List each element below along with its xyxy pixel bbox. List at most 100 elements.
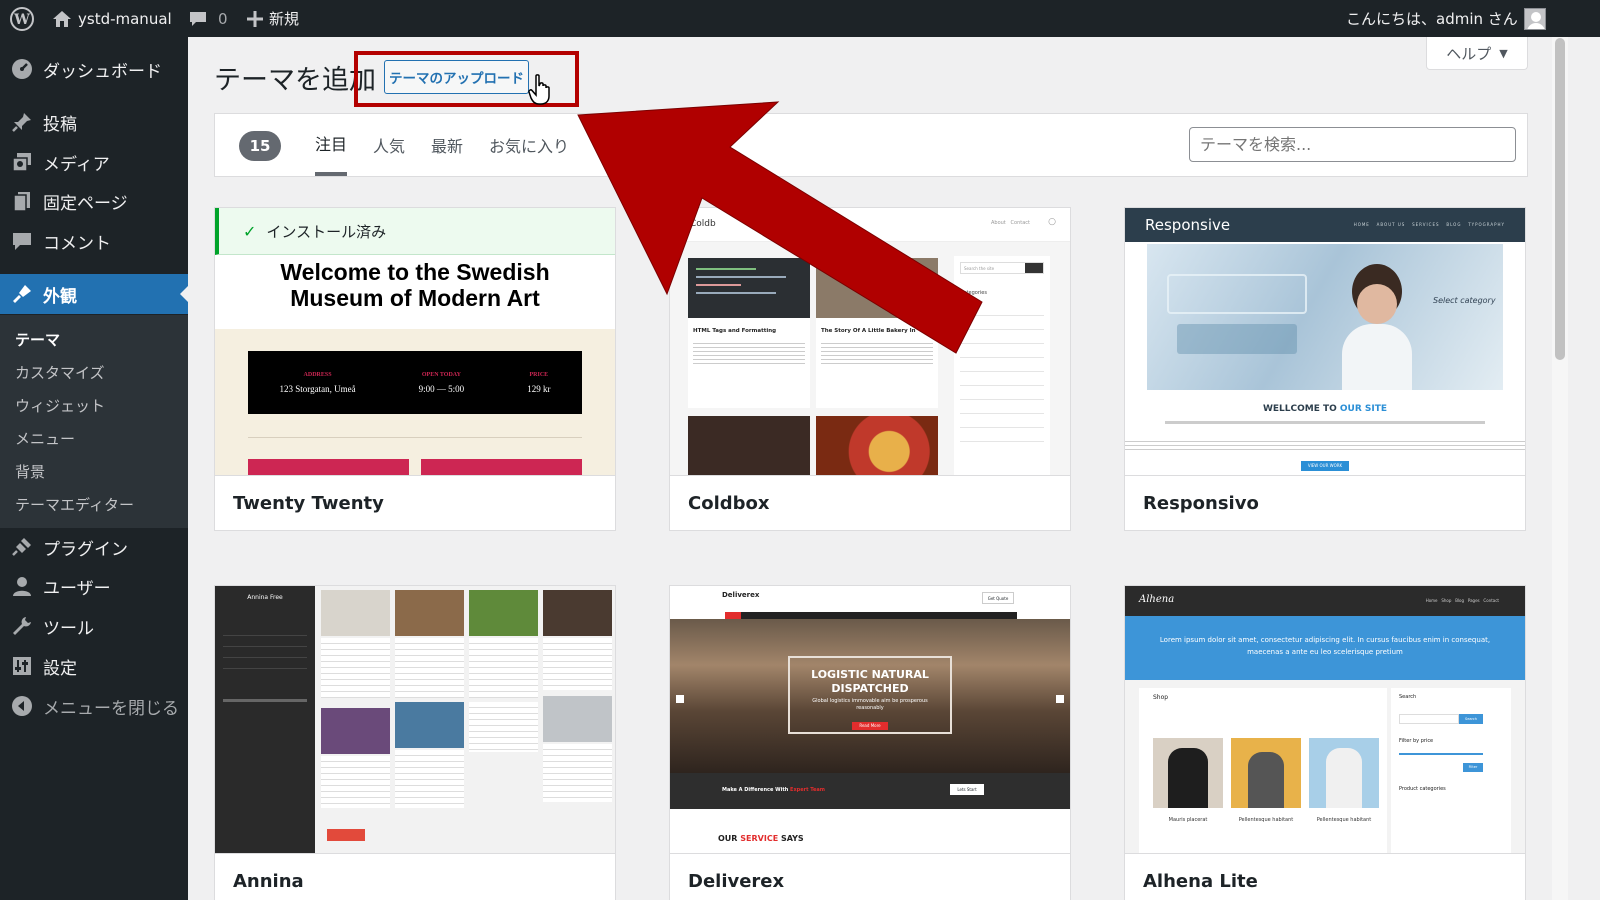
hand-pointer-icon	[528, 74, 554, 110]
comment-icon	[11, 230, 33, 252]
comments-link[interactable]: 0	[188, 0, 228, 37]
preview-band-button: Lets Start	[950, 784, 984, 795]
preview-heading: Welcome to the Swedish Museum of Modern …	[215, 255, 615, 329]
preview-hero-title: LOGISTIC NATURAL	[811, 668, 929, 681]
preview-search-title: Search	[1399, 694, 1417, 700]
sidebar-item-users[interactable]: ユーザー	[0, 566, 188, 606]
submenu-item-background[interactable]: 背景	[15, 461, 45, 482]
preview-sidebar: Annina Free	[215, 586, 315, 853]
theme-card-deliverex[interactable]: Deliverex Get Quote LOGISTIC NATURAL DIS…	[669, 585, 1071, 900]
theme-card-twenty-twenty[interactable]: ✓ インストール済み Welcome to the Swedish Museum…	[214, 207, 616, 531]
preview-nav: HOME ABOUT US SERVICES BLOG TYPOGRAPHY	[1353, 222, 1505, 227]
preview-info-item: OPEN TODAY 9:00 — 5:00	[419, 372, 465, 394]
sidebar-item-label: ダッシュボード	[43, 61, 162, 82]
my-account-link[interactable]: こんにちは、admin さん	[1346, 0, 1546, 37]
preview-product-name: Mauris placerat	[1168, 817, 1208, 823]
theme-name: Deliverex	[670, 853, 1070, 900]
preview-product-name: Pellentesque habitant	[1238, 817, 1294, 823]
plugin-icon	[11, 536, 33, 558]
preview-brand: Alhena	[1139, 594, 1175, 605]
tab-latest[interactable]: 最新	[431, 114, 463, 176]
sidebar-item-tools[interactable]: ツール	[0, 606, 188, 646]
plus-icon	[247, 10, 263, 27]
svg-text:W: W	[13, 12, 30, 28]
preview-thumb	[543, 590, 612, 636]
preview-sidebar-title: Categories	[960, 290, 987, 296]
site-name-link[interactable]: ystd-manual	[52, 0, 172, 37]
sidebar-item-pages[interactable]: 固定ページ	[0, 181, 188, 221]
preview-band: Make A Difference With Expert Team Lets …	[670, 773, 1070, 809]
help-tab[interactable]: ヘルプ ▼	[1426, 37, 1528, 70]
preview-header: Responsive HOME ABOUT US SERVICES BLOG T…	[1125, 208, 1525, 242]
preview-info-value: 123 Storgatan, Umeå	[279, 383, 356, 394]
preview-info-box: ADDRESS 123 Storgatan, Umeå OPEN TODAY 9:0…	[248, 351, 582, 414]
theme-card-responsivo[interactable]: Responsive HOME ABOUT US SERVICES BLOG T…	[1124, 207, 1526, 531]
page-scrollbar-thumb[interactable]	[1555, 38, 1565, 360]
wordpress-logo-icon[interactable]: W	[10, 0, 34, 37]
preview-post: The Story Of A Little Bakery In	[816, 318, 938, 408]
submenu-item-menus[interactable]: メニュー	[15, 428, 75, 449]
theme-card-alhena-lite[interactable]: Alhena Home Shop Blog Pages Contact Lore…	[1124, 585, 1526, 900]
greeting: こんにちは、admin さん	[1346, 10, 1518, 28]
preview-footer-title: OUR SERVICE SAYS	[718, 834, 804, 843]
preview-hero: LOGISTIC NATURAL DISPATCHED Global logis…	[670, 619, 1070, 773]
appearance-submenu: テーマ カスタマイズ ウィジェット メニュー 背景 テーマエディター	[0, 315, 188, 528]
preview-info-label: OPEN TODAY	[421, 371, 461, 378]
preview-shop-title: Shop	[1153, 694, 1169, 701]
theme-filter-bar: 15 注目 人気 最新 お気に入り	[214, 113, 1528, 177]
sidebar-item-posts[interactable]: 投稿	[0, 102, 188, 142]
tab-popular[interactable]: 人気	[373, 114, 405, 176]
sidebar-item-dashboard[interactable]: ダッシュボード	[0, 49, 188, 89]
home-icon	[53, 10, 71, 27]
sidebar-item-media[interactable]: メディア	[0, 142, 188, 182]
preview-brand: Deliverex	[722, 591, 760, 599]
pages-icon	[11, 190, 33, 212]
sidebar-item-label: ユーザー	[43, 578, 111, 599]
preview-header: Deliverex Get Quote	[670, 586, 1070, 612]
preview-info-value: 129 kr	[527, 383, 551, 394]
preview-heading-line: Welcome to the Swedish	[280, 259, 550, 285]
sidebar-item-plugins[interactable]: プラグイン	[0, 527, 188, 567]
new-content-link[interactable]: 新規	[247, 0, 299, 37]
preview-post: HTML Tags and Formatting	[688, 318, 810, 408]
preview-header: Coldb About Contact ○	[670, 208, 1070, 242]
theme-card-coldbox[interactable]: Coldb About Contact ○ HTML Tags and Form…	[669, 207, 1071, 531]
preview-info-item: PRICE 129 kr	[527, 372, 550, 394]
admin-sidebar: ダッシュボード 投稿 メディア 固定ページ コメント 外観 テーマ カスタマイズ…	[0, 37, 188, 900]
sidebar-item-label: 設定	[43, 658, 77, 679]
preview-sidebar: Search the site Categories	[954, 256, 1050, 475]
theme-name: Alhena Lite	[1125, 853, 1525, 900]
preview-hero-box: LOGISTIC NATURAL DISPATCHED Global logis…	[788, 656, 952, 734]
installed-notice: ✓ インストール済み	[215, 208, 615, 255]
tab-featured[interactable]: 注目	[315, 114, 348, 176]
sidebar-item-appearance[interactable]: 外観	[0, 274, 188, 314]
preview-info-label: ADDRESS	[303, 371, 332, 378]
preview-image-phone	[688, 416, 810, 475]
sidebar-item-comments[interactable]: コメント	[0, 221, 188, 261]
preview-filter-title: Filter by price	[1399, 738, 1434, 744]
settings-icon	[11, 655, 33, 677]
preview-heading-line: Museum of Modern Art	[290, 285, 540, 311]
preview-brand: Responsive	[1145, 216, 1231, 234]
theme-name: Coldbox	[670, 475, 1070, 530]
caret-down-icon: ▼	[1499, 46, 1508, 60]
theme-card-annina[interactable]: Annina Free Annina	[214, 585, 616, 900]
theme-name: Twenty Twenty	[215, 475, 615, 530]
preview-image-bakery	[816, 258, 938, 318]
submenu-item-widgets[interactable]: ウィジェット	[15, 395, 105, 416]
preview-post-title: The Story Of A Little Bakery In	[821, 328, 916, 334]
theme-screenshot: Deliverex Get Quote LOGISTIC NATURAL DIS…	[670, 586, 1070, 853]
sidebar-collapse-menu[interactable]: メニューを閉じる	[0, 686, 188, 726]
submenu-item-theme-editor[interactable]: テーマエディター	[15, 494, 134, 515]
media-icon	[11, 151, 33, 173]
submenu-item-customize[interactable]: カスタマイズ	[15, 362, 105, 383]
theme-search-input[interactable]	[1189, 127, 1516, 162]
sidebar-item-settings[interactable]: 設定	[0, 646, 188, 686]
tab-favorites[interactable]: お気に入り	[489, 114, 569, 176]
preview-info-item: ADDRESS 123 Storgatan, Umeå	[280, 372, 356, 394]
preview-hero-image: Select category	[1147, 244, 1503, 390]
preview-hero-title: DISPATCHED	[831, 682, 909, 695]
submenu-item-themes[interactable]: テーマ	[15, 329, 60, 350]
sidebar-item-label: メニューを閉じる	[43, 698, 179, 719]
comments-count: 0	[218, 9, 228, 28]
